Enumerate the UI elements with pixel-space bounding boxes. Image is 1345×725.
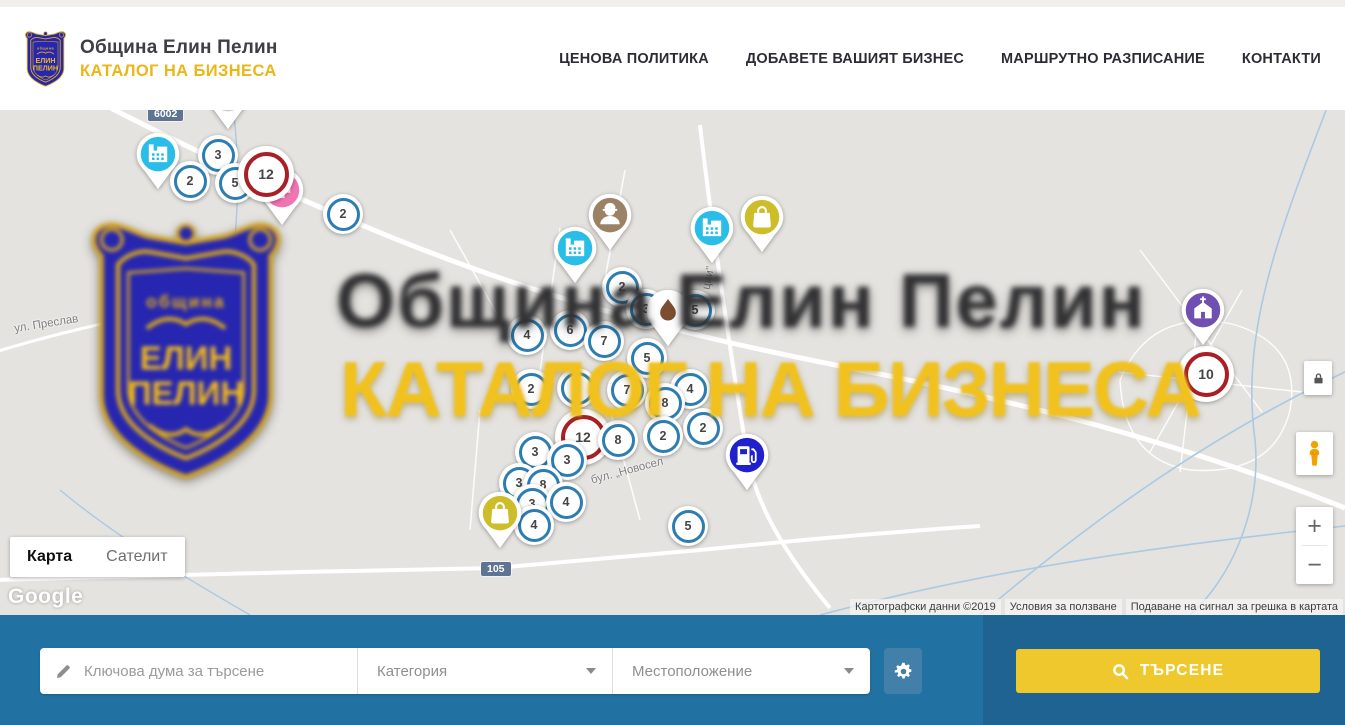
site-logo[interactable]: община ЕЛИН ПЕЛИН Община Елин Пелин КАТА… bbox=[22, 30, 278, 88]
map-type-satellite-button[interactable]: Сателит bbox=[89, 537, 184, 577]
zoom-out-button[interactable]: − bbox=[1296, 546, 1333, 584]
google-logo[interactable]: Google bbox=[8, 585, 83, 609]
cluster-marker[interactable]: 12 bbox=[238, 146, 294, 202]
location-select-label: Местоположение bbox=[632, 663, 752, 680]
search-submit-button[interactable]: ТЪРСЕНЕ bbox=[1016, 649, 1320, 693]
nav-pricing[interactable]: ЦЕНОВА ПОЛИТИКА bbox=[559, 51, 709, 67]
flame-pin[interactable] bbox=[645, 288, 691, 348]
factory-pin[interactable] bbox=[135, 131, 181, 191]
site-subtitle: КАТАЛОГ НА БИЗНЕСА bbox=[80, 62, 278, 81]
lock-icon bbox=[1312, 371, 1325, 386]
shopping-bag-pin[interactable] bbox=[739, 194, 785, 254]
crest-text-line1: ЕЛИН bbox=[35, 57, 55, 65]
generic-pin[interactable] bbox=[205, 110, 251, 131]
keyword-input[interactable] bbox=[82, 662, 345, 681]
attribution-report-link[interactable]: Подаване на сигнал за грешка в картата bbox=[1126, 599, 1343, 615]
main-nav: ЦЕНОВА ПОЛИТИКА ДОБАВЕТЕ ВАШИЯТ БИЗНЕС М… bbox=[559, 51, 1321, 67]
advanced-search-button[interactable] bbox=[884, 648, 922, 694]
cluster-marker[interactable]: 7 bbox=[607, 370, 647, 410]
cluster-marker[interactable]: 4 bbox=[507, 315, 547, 355]
crest-text-top: община bbox=[37, 46, 55, 50]
nav-add-business[interactable]: ДОБАВЕТЕ ВАШИЯТ БИЗНЕС bbox=[746, 51, 964, 67]
map-attribution: Картографски данни ©2019 Условия за полз… bbox=[850, 599, 1343, 615]
map-canvas[interactable]: 6002105ул. Преславбул. „Новоселции" 3251… bbox=[0, 110, 1345, 615]
page: община ЕЛИН ПЕЛИН Община Елин Пелин КАТА… bbox=[0, 0, 1345, 725]
crest-text-line2: ПЕЛИН bbox=[33, 64, 58, 72]
search-icon bbox=[1112, 663, 1129, 680]
search-bar: Категория Местоположение ТЪРСЕНЕ bbox=[0, 615, 1345, 725]
search-button-label: ТЪРСЕНЕ bbox=[1140, 662, 1224, 680]
fuel-pin[interactable] bbox=[724, 432, 770, 492]
chevron-down-icon bbox=[844, 668, 854, 674]
cluster-marker[interactable]: 2 bbox=[557, 368, 597, 408]
pegman-control[interactable] bbox=[1296, 432, 1333, 475]
street-view-lock-button[interactable] bbox=[1304, 361, 1332, 395]
cluster-marker[interactable]: 2 bbox=[643, 416, 683, 456]
category-select-label: Категория bbox=[377, 663, 447, 680]
category-select[interactable]: Категория bbox=[357, 648, 612, 694]
church-pin[interactable] bbox=[1180, 287, 1226, 347]
header: община ЕЛИН ПЕЛИН Община Елин Пелин КАТА… bbox=[0, 7, 1345, 110]
markers-layer: 325122235647522748212823338344510 bbox=[0, 110, 1345, 615]
cluster-marker[interactable]: 2 bbox=[511, 369, 551, 409]
keyword-field[interactable] bbox=[40, 648, 357, 694]
cluster-marker[interactable]: 10 bbox=[1178, 346, 1234, 402]
zoom-control: + − bbox=[1296, 507, 1333, 584]
cluster-marker[interactable]: 2 bbox=[323, 194, 363, 234]
factory-pin[interactable] bbox=[552, 225, 598, 285]
pegman-icon bbox=[1305, 440, 1324, 468]
municipality-crest-icon: община ЕЛИН ПЕЛИН bbox=[22, 30, 69, 88]
site-title: Община Елин Пелин bbox=[80, 37, 278, 59]
location-select[interactable]: Местоположение bbox=[612, 648, 870, 694]
zoom-in-button[interactable]: + bbox=[1296, 507, 1333, 545]
pencil-icon bbox=[55, 663, 72, 680]
attribution-terms-link[interactable]: Условия за ползване bbox=[1005, 599, 1122, 615]
gear-icon bbox=[893, 661, 914, 682]
cluster-marker[interactable]: 8 bbox=[598, 420, 638, 460]
cluster-marker[interactable]: 2 bbox=[683, 408, 723, 448]
factory-pin[interactable] bbox=[689, 205, 735, 265]
cluster-marker[interactable]: 5 bbox=[668, 506, 708, 546]
chevron-down-icon bbox=[586, 668, 596, 674]
shopping-bag-pin[interactable] bbox=[477, 490, 523, 550]
search-fields: Категория Местоположение bbox=[40, 648, 870, 694]
nav-contacts[interactable]: КОНТАКТИ bbox=[1242, 51, 1321, 67]
map-type-map-button[interactable]: Карта bbox=[10, 537, 89, 577]
attribution-copyright: Картографски данни ©2019 bbox=[850, 599, 1001, 615]
cluster-marker[interactable]: 7 bbox=[584, 321, 624, 361]
map-type-control: Карта Сателит bbox=[10, 537, 185, 577]
nav-route-schedule[interactable]: МАРШРУТНО РАЗПИСАНИЕ bbox=[1001, 51, 1205, 67]
top-strip bbox=[0, 0, 1345, 7]
